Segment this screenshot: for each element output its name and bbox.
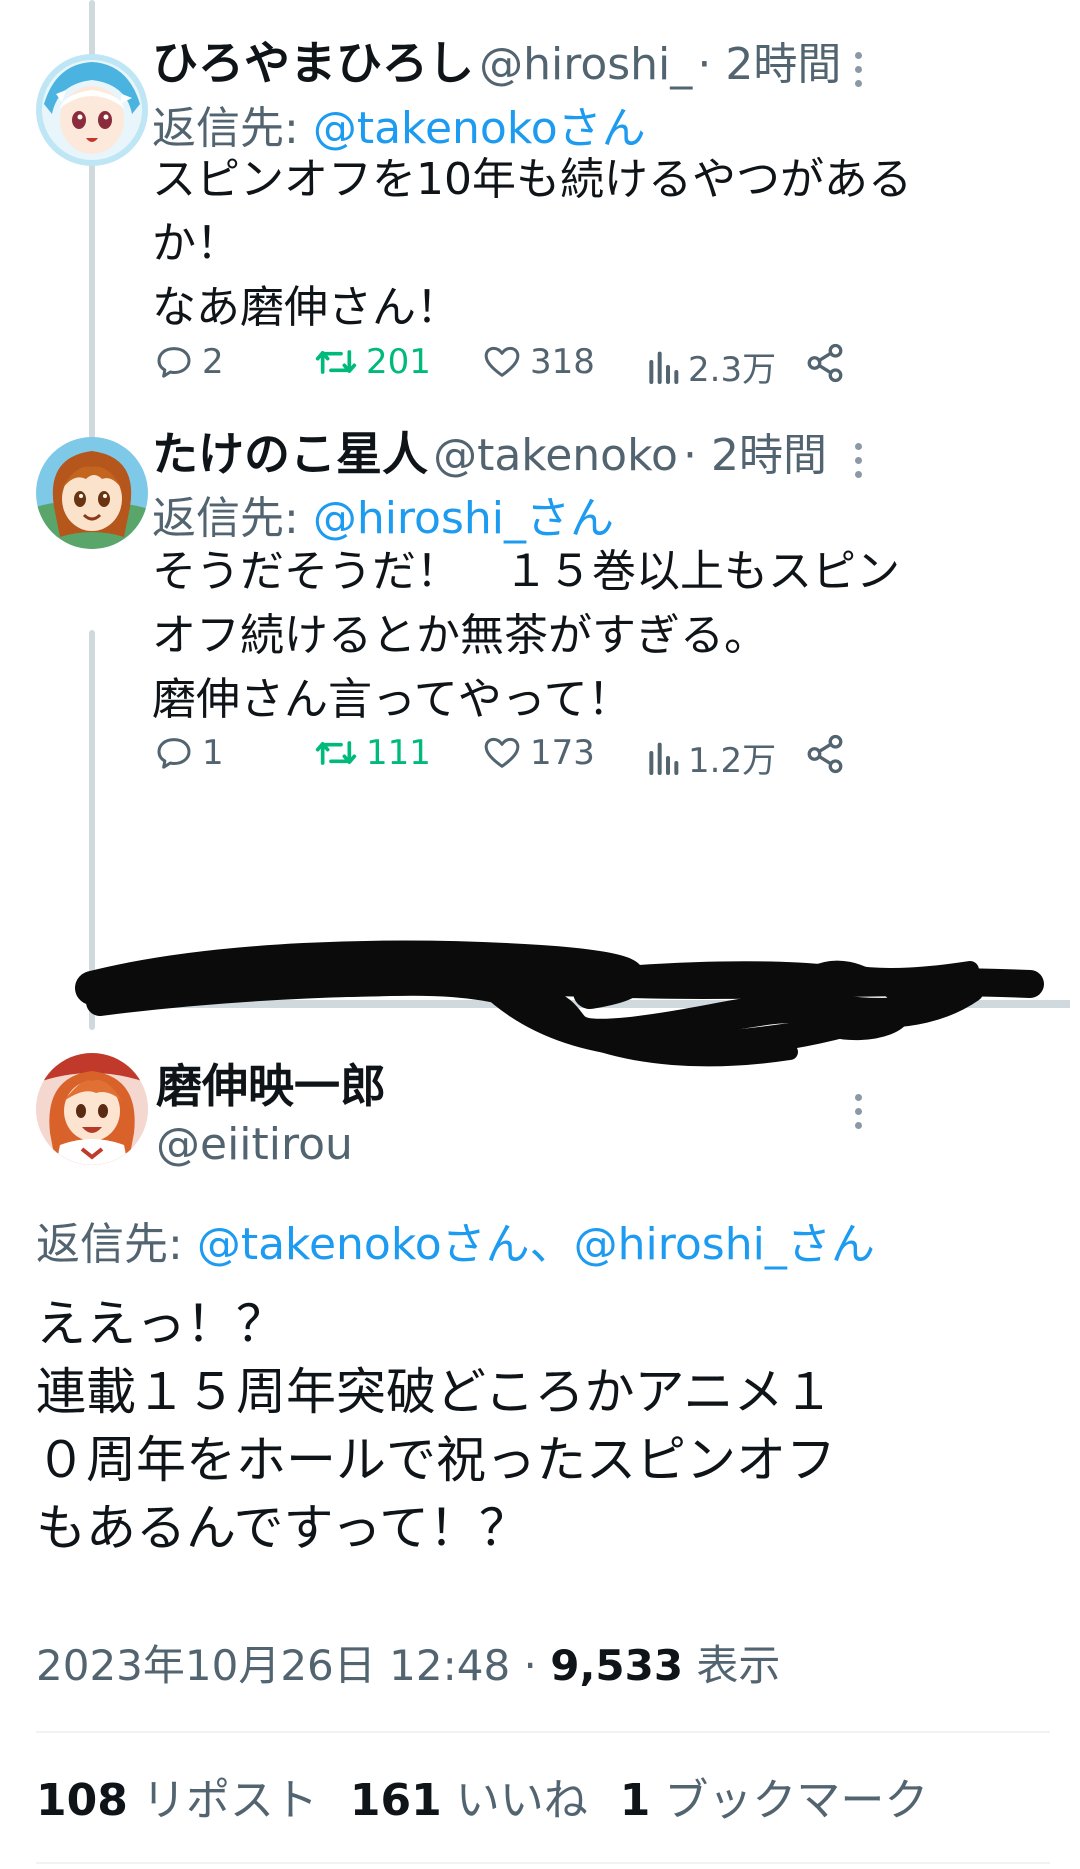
share-icon	[807, 734, 843, 774]
reply-to-link[interactable]: @takenokoさん、@hiroshi_さん	[197, 1219, 875, 1270]
views-chart-icon	[649, 742, 679, 775]
display-name[interactable]: 磨伸映一郎	[156, 1058, 386, 1114]
views-count: 1.2万	[688, 741, 777, 781]
reply-to-label: 返信先:	[36, 1219, 197, 1270]
tweet-timestamp[interactable]: 2023年10月26日 12:48 ·	[36, 1641, 550, 1690]
reposts-stat[interactable]: 108 リポスト	[36, 1775, 318, 1826]
reposts-label: リポスト	[127, 1775, 318, 1826]
display-name[interactable]: ひろやまひろし	[152, 36, 474, 90]
like-count: 173	[530, 733, 595, 773]
more-options-icon[interactable]	[851, 443, 865, 485]
share-button[interactable]	[804, 733, 854, 775]
bookmarks-total: 1	[619, 1775, 651, 1826]
repost-button[interactable]: 111	[314, 733, 431, 773]
likes-label: いいね	[441, 1775, 588, 1826]
reply-count: 1	[202, 733, 224, 773]
engagement-stats: 108 リポスト 161 いいね 1 ブックマーク	[36, 1772, 928, 1830]
views-count: 2.3万	[688, 350, 777, 390]
reply-to-link[interactable]: @hiroshi_さん	[313, 493, 614, 544]
reposts-total: 108	[36, 1775, 128, 1826]
heart-icon	[484, 346, 520, 377]
view-label: 表示	[683, 1641, 781, 1690]
reply-to: 返信先: @takenokoさん	[152, 92, 646, 156]
like-count: 318	[530, 342, 595, 382]
divider	[36, 1862, 1050, 1864]
avatar-eiitirou[interactable]	[36, 1053, 148, 1165]
reply-to-label: 返信先:	[152, 103, 313, 154]
views-button[interactable]: 1.2万	[646, 733, 776, 782]
tweet-text: そうだそうだ！ １５巻以上もスピン オフ続けるとか無茶がすぎる。 磨伸さん言って…	[152, 546, 900, 725]
repost-button[interactable]: 201	[314, 342, 431, 382]
reply-icon	[157, 347, 191, 378]
reply-to: 返信先: @hiroshi_さん	[152, 482, 614, 546]
avatar-takenoko[interactable]	[36, 437, 148, 549]
reply-count: 2	[202, 342, 224, 382]
repost-count: 201	[366, 342, 431, 382]
tweet-timestamp-row: 2023年10月26日 12:48 · 9,533 表示	[36, 1638, 780, 1694]
share-button[interactable]	[804, 342, 854, 384]
tweet-time[interactable]: · 2時間	[683, 430, 827, 481]
share-icon	[807, 343, 843, 383]
like-button[interactable]: 173	[482, 733, 595, 773]
reply-to-link[interactable]: @takenokoさん	[313, 103, 646, 154]
views-chart-icon	[649, 351, 679, 384]
reply-button[interactable]: 1	[154, 733, 224, 773]
redaction-scribble	[75, 940, 1070, 1067]
user-handle[interactable]: @hiroshi_	[479, 39, 692, 90]
bookmarks-stat[interactable]: 1 ブックマーク	[620, 1775, 929, 1826]
repost-icon	[315, 350, 357, 374]
divider	[36, 1731, 1050, 1733]
view-count: 9,533	[550, 1641, 684, 1690]
bookmarks-label: ブックマーク	[650, 1775, 929, 1826]
likes-total: 161	[349, 1775, 442, 1826]
repost-count: 111	[366, 733, 431, 773]
reply-to-label: 返信先:	[152, 493, 313, 544]
more-options-icon[interactable]	[851, 1094, 865, 1136]
reply-to: 返信先: @takenokoさん、@hiroshi_さん	[36, 1208, 875, 1272]
tweet-time[interactable]: · 2時間	[697, 39, 841, 90]
likes-stat[interactable]: 161 いいね	[350, 1775, 588, 1826]
reply-icon	[157, 738, 191, 769]
user-handle[interactable]: @eiitirou	[156, 1117, 353, 1173]
user-handle[interactable]: @takenoko	[433, 430, 678, 481]
display-name[interactable]: たけのこ星人	[152, 427, 428, 481]
like-button[interactable]: 318	[482, 342, 595, 382]
avatar-hiroshi[interactable]	[36, 54, 148, 166]
more-options-icon[interactable]	[851, 52, 865, 94]
heart-icon	[484, 737, 520, 768]
repost-icon	[315, 741, 357, 765]
tweet-text: ええっ！？ 連載１５周年突破どころかアニメ１ ０周年をホールで祝ったスピンオフ …	[36, 1295, 836, 1557]
reply-button[interactable]: 2	[154, 342, 224, 382]
views-button[interactable]: 2.3万	[646, 342, 776, 391]
tweet-text: スピンオフを10年も続けるやつがある か！ なあ磨伸さん！	[152, 154, 912, 333]
